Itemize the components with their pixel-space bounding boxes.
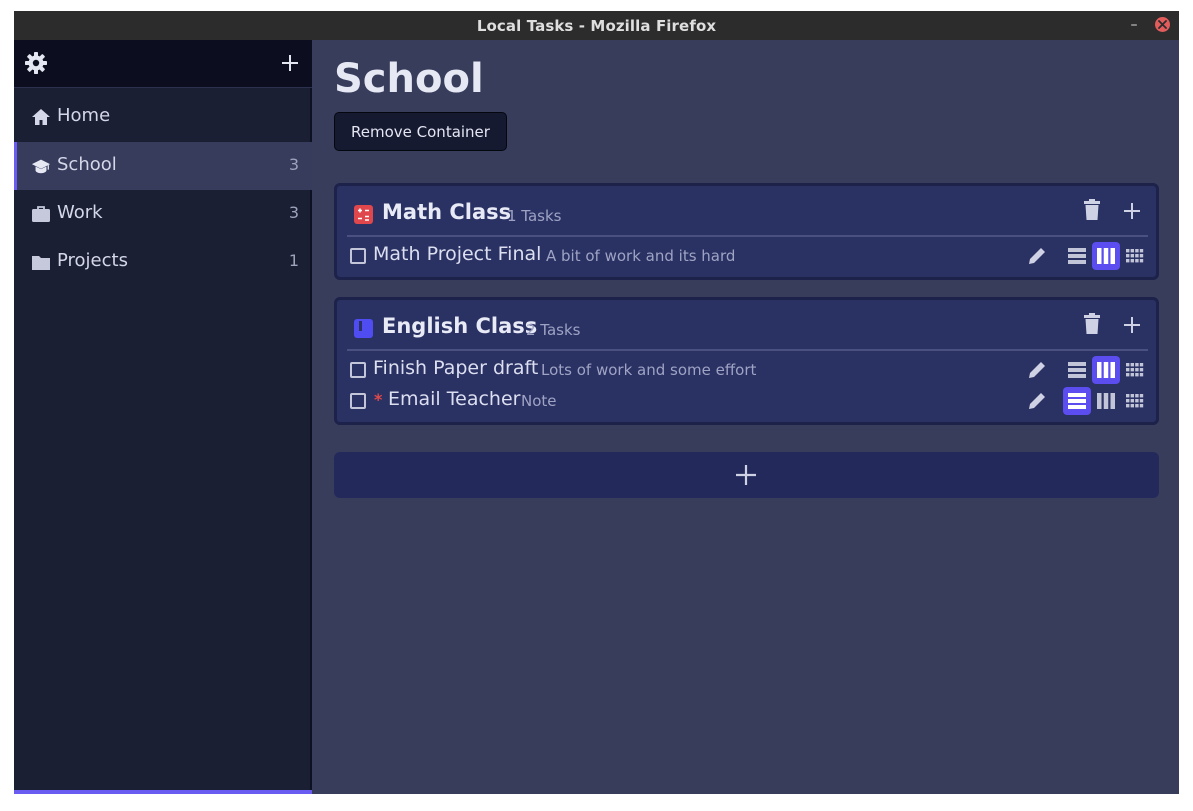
card-title: English Class: [382, 314, 538, 338]
priority-star: *: [374, 390, 383, 409]
columns-icon: [1097, 248, 1115, 264]
edit-task-button[interactable]: [1026, 390, 1048, 412]
card-divider: [347, 235, 1148, 237]
task-note: Lots of work and some effort: [541, 361, 757, 379]
sidebar-item-home[interactable]: Home: [14, 93, 312, 141]
columns-icon: [1097, 393, 1115, 409]
home-icon: [32, 109, 50, 125]
card-divider: [347, 349, 1148, 351]
grid-icon: [1126, 363, 1144, 377]
pencil-icon: [1029, 362, 1045, 378]
task-row: Finish Paper draft Lots of work and some…: [337, 354, 1156, 385]
plus-icon: [1124, 317, 1140, 333]
view-rows-button[interactable]: [1063, 356, 1091, 384]
sidebar-item-count: 1: [288, 251, 299, 270]
edit-task-button[interactable]: [1026, 359, 1048, 381]
card-title: Math Class: [382, 200, 512, 224]
grid-icon: [1126, 394, 1144, 408]
add-task-button[interactable]: [1121, 314, 1143, 336]
settings-button[interactable]: [24, 51, 48, 75]
columns-icon: [1097, 362, 1115, 378]
task-checkbox[interactable]: [350, 362, 366, 378]
plus-icon: [736, 465, 756, 485]
sidebar-toolbar: [14, 40, 312, 88]
view-columns-button[interactable]: [1092, 387, 1120, 415]
sidebar-item-school[interactable]: School 3: [14, 142, 312, 190]
close-icon: [1158, 20, 1167, 29]
sidebar-item-projects[interactable]: Projects 1: [14, 238, 312, 286]
view-columns-button[interactable]: [1092, 356, 1120, 384]
sidebar-item-label: Work: [57, 202, 103, 223]
graduation-cap-icon: [31, 159, 51, 174]
folder-icon: [32, 256, 50, 270]
view-grid-button[interactable]: [1121, 356, 1149, 384]
task-checkbox[interactable]: [350, 248, 366, 264]
sidebar-item-work[interactable]: Work 3: [14, 190, 312, 238]
sidebar-item-label: School: [57, 154, 117, 175]
calculator-icon: [354, 205, 373, 224]
sidebar-item-count: 3: [288, 203, 299, 222]
main-content: School Remove Container Math Class 1 Tas…: [314, 40, 1179, 794]
card-header: English Class 2 Tasks: [337, 300, 1156, 349]
plus-icon: [1124, 203, 1140, 219]
delete-card-button[interactable]: [1081, 312, 1103, 336]
view-grid-button[interactable]: [1121, 387, 1149, 415]
view-rows-button[interactable]: [1063, 242, 1091, 270]
close-button[interactable]: [1155, 17, 1170, 32]
trash-icon: [1084, 313, 1100, 334]
pencil-icon: [1029, 248, 1045, 264]
window-titlebar: Local Tasks - Mozilla Firefox –: [14, 11, 1179, 40]
page-title: School: [334, 56, 484, 102]
sidebar-item-count: 3: [288, 155, 299, 174]
rows-icon: [1068, 248, 1086, 264]
rows-icon: [1068, 362, 1086, 378]
task-card-math: Math Class 1 Tasks Math Project Final A …: [334, 183, 1159, 280]
view-grid-button[interactable]: [1121, 242, 1149, 270]
card-header: Math Class 1 Tasks: [337, 186, 1156, 235]
task-title: Email Teacher: [388, 388, 521, 410]
edit-task-button[interactable]: [1026, 245, 1048, 267]
task-row: * Email Teacher Note: [337, 385, 1156, 416]
sidebar: Home School 3 Work 3 Projects 1: [14, 40, 312, 794]
sidebar-accent-bar: [14, 790, 312, 794]
remove-container-button[interactable]: Remove Container: [334, 112, 507, 151]
task-note: Note: [521, 392, 557, 410]
plus-icon: [282, 55, 298, 71]
sidebar-item-label: Home: [57, 105, 111, 126]
card-task-count: 2 Tasks: [526, 321, 581, 339]
add-card-button[interactable]: [334, 452, 1159, 498]
task-row: Math Project Final A bit of work and its…: [337, 240, 1156, 271]
briefcase-icon: [32, 206, 50, 222]
browser-window: Local Tasks - Mozilla Firefox – Home Sch…: [14, 11, 1179, 794]
add-container-button[interactable]: [278, 51, 302, 75]
card-task-count: 1 Tasks: [507, 207, 562, 225]
task-note: A bit of work and its hard: [546, 247, 736, 265]
book-icon: [354, 319, 373, 338]
delete-card-button[interactable]: [1081, 198, 1103, 222]
task-checkbox[interactable]: [350, 393, 366, 409]
gear-icon: [25, 52, 47, 74]
add-task-button[interactable]: [1121, 200, 1143, 222]
grid-icon: [1126, 249, 1144, 263]
sidebar-item-label: Projects: [57, 250, 128, 271]
minimize-button[interactable]: –: [1127, 15, 1141, 35]
trash-icon: [1084, 199, 1100, 220]
rows-icon: [1068, 393, 1086, 409]
task-card-english: English Class 2 Tasks Finish Paper draft…: [334, 297, 1159, 425]
view-rows-button[interactable]: [1063, 387, 1091, 415]
view-columns-button[interactable]: [1092, 242, 1120, 270]
task-title: Math Project Final: [373, 243, 542, 265]
task-title: Finish Paper draft: [373, 357, 539, 379]
pencil-icon: [1029, 393, 1045, 409]
window-title: Local Tasks - Mozilla Firefox: [476, 17, 717, 35]
